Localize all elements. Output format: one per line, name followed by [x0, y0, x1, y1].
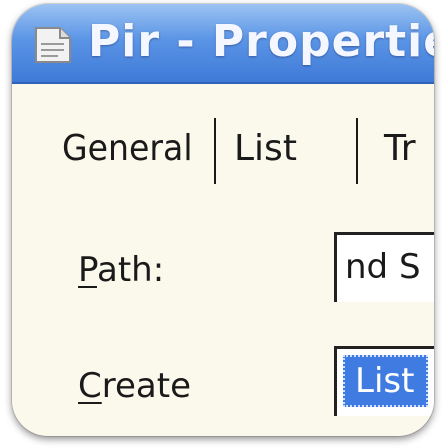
- path-field[interactable]: nd S: [334, 232, 434, 302]
- tab-general[interactable]: General: [62, 128, 193, 169]
- create-dropdown[interactable]: List: [334, 346, 434, 416]
- create-selected-value: List: [343, 355, 429, 407]
- tab-separator: [356, 118, 358, 184]
- tab-tr[interactable]: Tr: [384, 128, 416, 169]
- tab-list[interactable]: List: [234, 128, 297, 169]
- tab-separator: [214, 118, 216, 184]
- document-icon: [30, 22, 76, 66]
- create-label: Create: [78, 366, 191, 406]
- app-icon-frame: Pir - Properties General List Tr Path: n…: [12, 4, 434, 436]
- window-title: Pir - Properties: [88, 16, 434, 67]
- path-label: Path:: [78, 250, 165, 290]
- title-bar[interactable]: Pir - Properties: [12, 4, 434, 84]
- properties-panel: General List Tr Path: nd S Create List: [12, 84, 434, 436]
